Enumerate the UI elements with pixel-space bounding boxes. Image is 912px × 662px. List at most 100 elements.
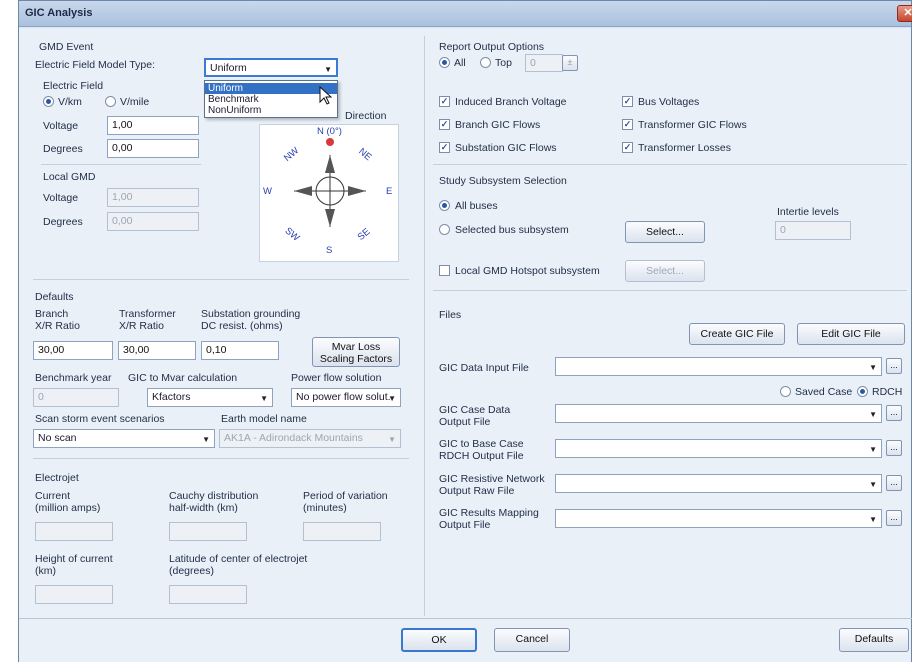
selected-bus-radio[interactable] — [439, 224, 450, 235]
local-voltage-input[interactable]: 1,00 — [107, 188, 199, 207]
local-degrees-input[interactable]: 0,00 — [107, 212, 199, 231]
mapping-combo[interactable]: ▼ — [555, 509, 882, 528]
select-hotspot-button[interactable]: Select... — [625, 260, 705, 282]
base-case-label-2: RDCH Output File — [439, 450, 524, 462]
option-nonuniform[interactable]: NonUniform — [205, 105, 337, 116]
saved-case-radio[interactable] — [780, 386, 791, 397]
compass-w: W — [263, 186, 272, 197]
cauchy-input[interactable] — [169, 522, 247, 541]
voltage-label: Voltage — [43, 120, 79, 132]
latitude-input[interactable] — [169, 585, 247, 604]
mvar-btn-line2: Scaling Factors — [319, 353, 393, 365]
model-type-combo[interactable]: Uniform ▼ — [204, 58, 338, 77]
report-top-input[interactable]: 0 — [525, 54, 563, 72]
browse-base-button[interactable]: ... — [886, 440, 902, 456]
footer-divider — [19, 618, 912, 619]
check-induced-branch-voltage[interactable]: ✓ — [439, 96, 450, 107]
browse-input-button[interactable]: ... — [886, 358, 902, 374]
check-label: Bus Voltages — [638, 96, 700, 108]
input-file-label: GIC Data Input File — [439, 362, 529, 374]
ok-button[interactable]: OK — [401, 628, 477, 652]
chevron-down-icon: ▼ — [388, 435, 396, 444]
cancel-button[interactable]: Cancel — [494, 628, 570, 652]
compass-e: E — [386, 186, 393, 197]
degrees-input[interactable]: 0,00 — [107, 139, 199, 158]
check-label: Branch GIC Flows — [455, 119, 541, 131]
hotspot-label: Local GMD Hotspot subsystem — [455, 265, 600, 277]
scan-combo[interactable]: No scan ▼ — [33, 429, 215, 448]
branch-xr-input[interactable]: 30,00 — [33, 341, 113, 360]
check-bus-voltages[interactable]: ✓ — [622, 96, 633, 107]
report-all-radio[interactable] — [439, 57, 450, 68]
edit-gic-file-button[interactable]: Edit GIC File — [797, 323, 905, 345]
unit-vmile-radio[interactable] — [105, 96, 116, 107]
transformer-label-1: Transformer — [119, 308, 176, 320]
option-uniform[interactable]: Uniform — [205, 83, 337, 94]
powerflow-combo[interactable]: No power flow solut. ▼ — [291, 388, 401, 407]
compass-n: N (0°) — [317, 126, 342, 137]
files-title: Files — [439, 309, 462, 321]
powerflow-value: No power flow solut. — [296, 391, 391, 403]
chevron-down-icon: ▼ — [388, 394, 396, 403]
bench-year-input[interactable]: 0 — [33, 388, 119, 407]
check-branch-gic-flows[interactable]: ✓ — [439, 119, 450, 130]
earth-model-combo[interactable]: AK1A - Adirondack Mountains ▼ — [219, 429, 401, 448]
local-voltage-label: Voltage — [43, 192, 79, 204]
gic-analysis-window: GIC Analysis ✕ GMD Event Electric Field … — [18, 0, 912, 662]
powerflow-label: Power flow solution — [291, 372, 382, 384]
scan-label: Scan storm event scenarios — [35, 413, 165, 425]
report-top-radio[interactable] — [480, 57, 491, 68]
spinner-icon[interactable]: ± — [562, 55, 578, 71]
create-gic-file-button[interactable]: Create GIC File — [689, 323, 785, 345]
mvar-loss-button[interactable]: Mvar Loss Scaling Factors — [312, 337, 400, 367]
local-degrees-label: Degrees — [43, 216, 83, 228]
saved-case-label: Saved Case — [795, 386, 853, 398]
voltage-input[interactable]: 1,00 — [107, 116, 199, 135]
defaults-button[interactable]: Defaults — [839, 628, 909, 652]
degrees-label: Degrees — [43, 143, 83, 155]
unit-vkm-radio[interactable] — [43, 96, 54, 107]
selected-bus-label: Selected bus subsystem — [455, 224, 569, 236]
check-hotspot[interactable] — [439, 265, 450, 276]
mapping-label-1: GIC Results Mapping — [439, 507, 539, 519]
check-label: Induced Branch Voltage — [455, 96, 567, 108]
chevron-down-icon: ▼ — [869, 480, 877, 489]
period-input[interactable] — [303, 522, 381, 541]
current-input[interactable] — [35, 522, 113, 541]
option-benchmark[interactable]: Benchmark — [205, 94, 337, 105]
rdch-radio[interactable] — [857, 386, 868, 397]
chevron-down-icon: ▼ — [260, 394, 268, 403]
scan-value: No scan — [38, 432, 77, 444]
bench-year-label: Benchmark year — [35, 372, 112, 384]
all-buses-radio[interactable] — [439, 200, 450, 211]
base-case-combo[interactable]: ▼ — [555, 439, 882, 458]
base-case-label-1: GIC to Base Case — [439, 438, 524, 450]
branch-label-1: Branch — [35, 308, 69, 320]
transformer-label-2: X/R Ratio — [119, 320, 164, 332]
divider — [33, 458, 409, 459]
height-input[interactable] — [35, 585, 113, 604]
case-data-label-2: Output File — [439, 416, 491, 428]
gic-mvar-combo[interactable]: Kfactors ▼ — [147, 388, 273, 407]
resistive-combo[interactable]: ▼ — [555, 474, 882, 493]
check-transformer-gic-flows[interactable]: ✓ — [622, 119, 633, 130]
check-substation-gic-flows[interactable]: ✓ — [439, 142, 450, 153]
input-file-combo[interactable]: ▼ — [555, 357, 882, 376]
intertie-input[interactable]: 0 — [775, 221, 851, 240]
case-data-combo[interactable]: ▼ — [555, 404, 882, 423]
transformer-xr-input[interactable]: 30,00 — [118, 341, 196, 360]
browse-resistive-button[interactable]: ... — [886, 475, 902, 491]
mvar-btn-line1: Mvar Loss — [331, 341, 381, 353]
browse-mapping-button[interactable]: ... — [886, 510, 902, 526]
intertie-label: Intertie levels — [777, 206, 839, 218]
check-transformer-losses[interactable]: ✓ — [622, 142, 633, 153]
direction-compass[interactable]: N (0°) NE E SE S SW W NW — [259, 124, 399, 262]
local-gmd-title: Local GMD — [43, 171, 96, 183]
divider — [41, 164, 201, 165]
compass-s: S — [326, 245, 333, 256]
select-subsystem-button[interactable]: Select... — [625, 221, 705, 243]
substation-resist-input[interactable]: 0,10 — [201, 341, 279, 360]
close-icon[interactable]: ✕ — [897, 5, 912, 22]
model-type-dropdown: Uniform Benchmark NonUniform — [204, 80, 338, 118]
browse-case-button[interactable]: ... — [886, 405, 902, 421]
